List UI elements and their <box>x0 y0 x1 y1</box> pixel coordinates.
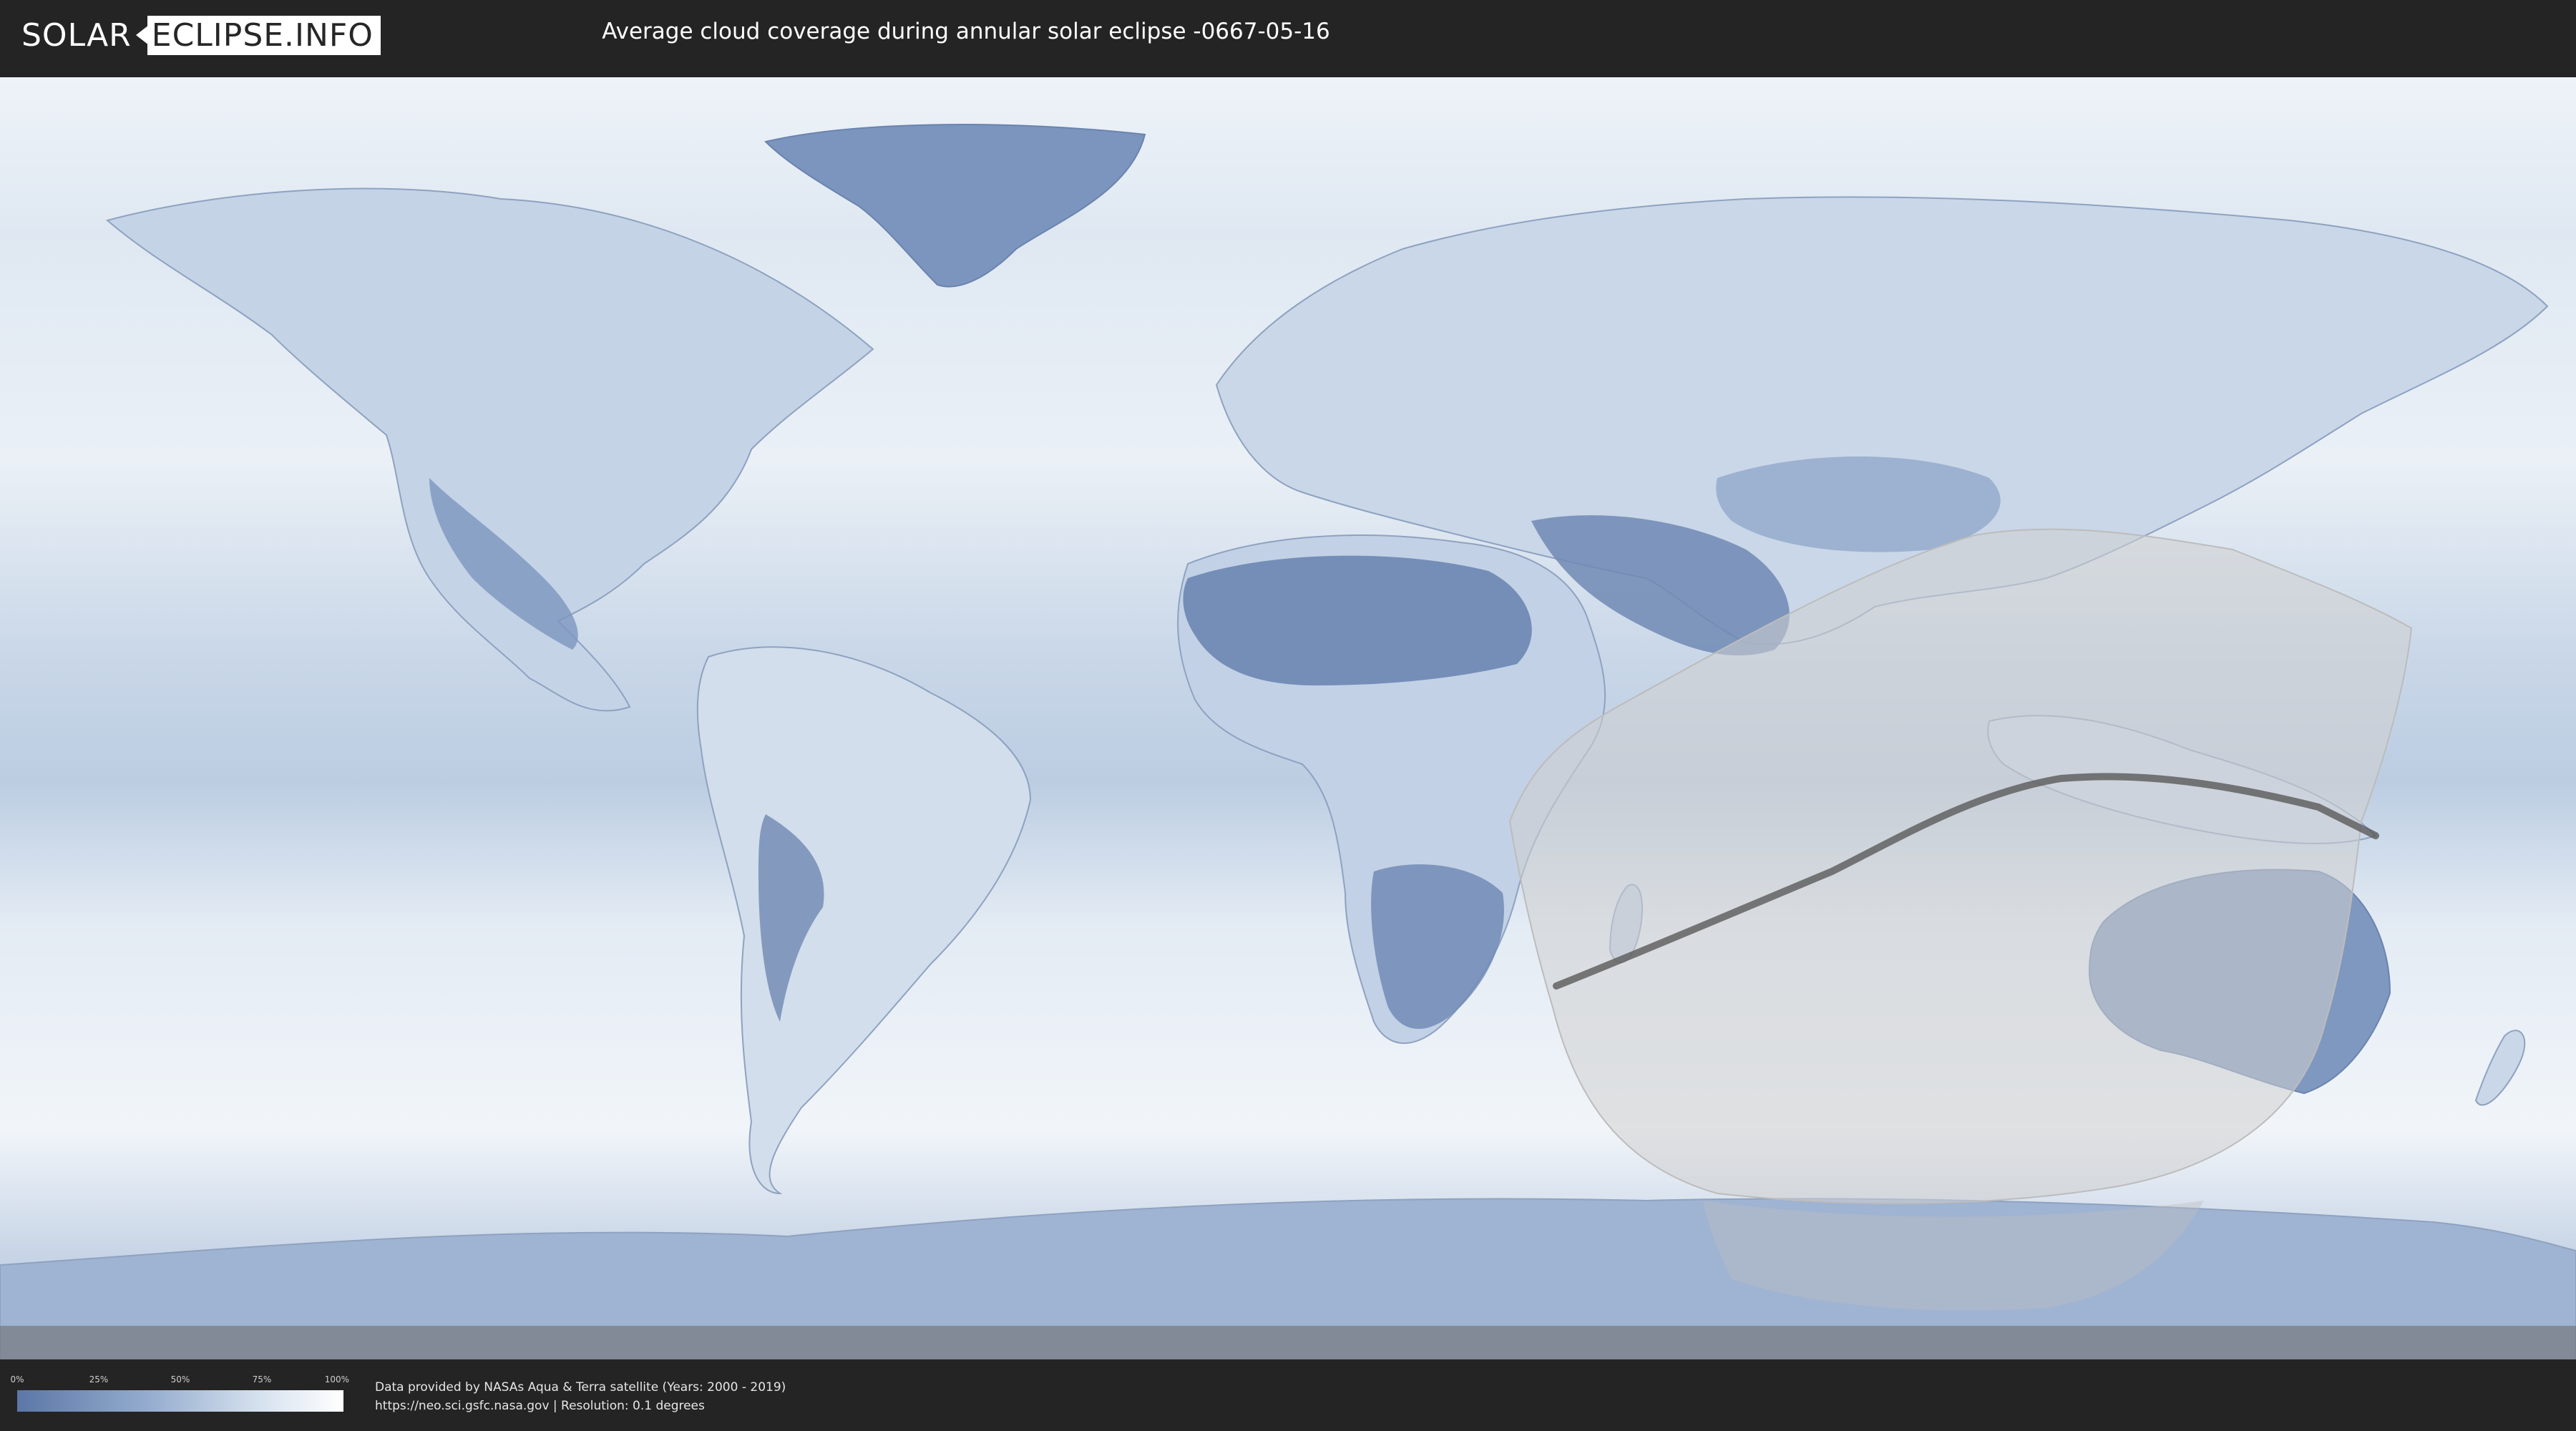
legend-tick-0: 0% <box>10 1374 24 1384</box>
legend-tick-25: 25% <box>89 1374 109 1384</box>
legend-tick-75: 75% <box>252 1374 272 1384</box>
polar-shadow-band <box>0 1326 2576 1359</box>
legend-tick-50: 50% <box>170 1374 190 1384</box>
page-title: Average cloud coverage during annular so… <box>602 19 1330 44</box>
legend-color-bar <box>17 1390 343 1412</box>
credits-source-line: Data provided by NASAs Aqua & Terra sate… <box>375 1380 786 1395</box>
sahara-dry-region <box>1183 555 1532 685</box>
data-credits: Data provided by NASAs Aqua & Terra sate… <box>375 1378 786 1415</box>
legend-tick-100: 100% <box>324 1374 350 1384</box>
cloud-coverage-map <box>0 77 2576 1359</box>
legend-ticks: 0% 25% 50% 75% 100% <box>10 1374 349 1387</box>
cloud-coverage-legend: 0% 25% 50% 75% 100% <box>10 1374 349 1412</box>
credits-url-line: https://neo.sci.gsfc.nasa.gov | Resoluti… <box>375 1399 705 1413</box>
header-bar: SOLAR ECLIPSE.INFO Average cloud coverag… <box>0 0 2576 72</box>
